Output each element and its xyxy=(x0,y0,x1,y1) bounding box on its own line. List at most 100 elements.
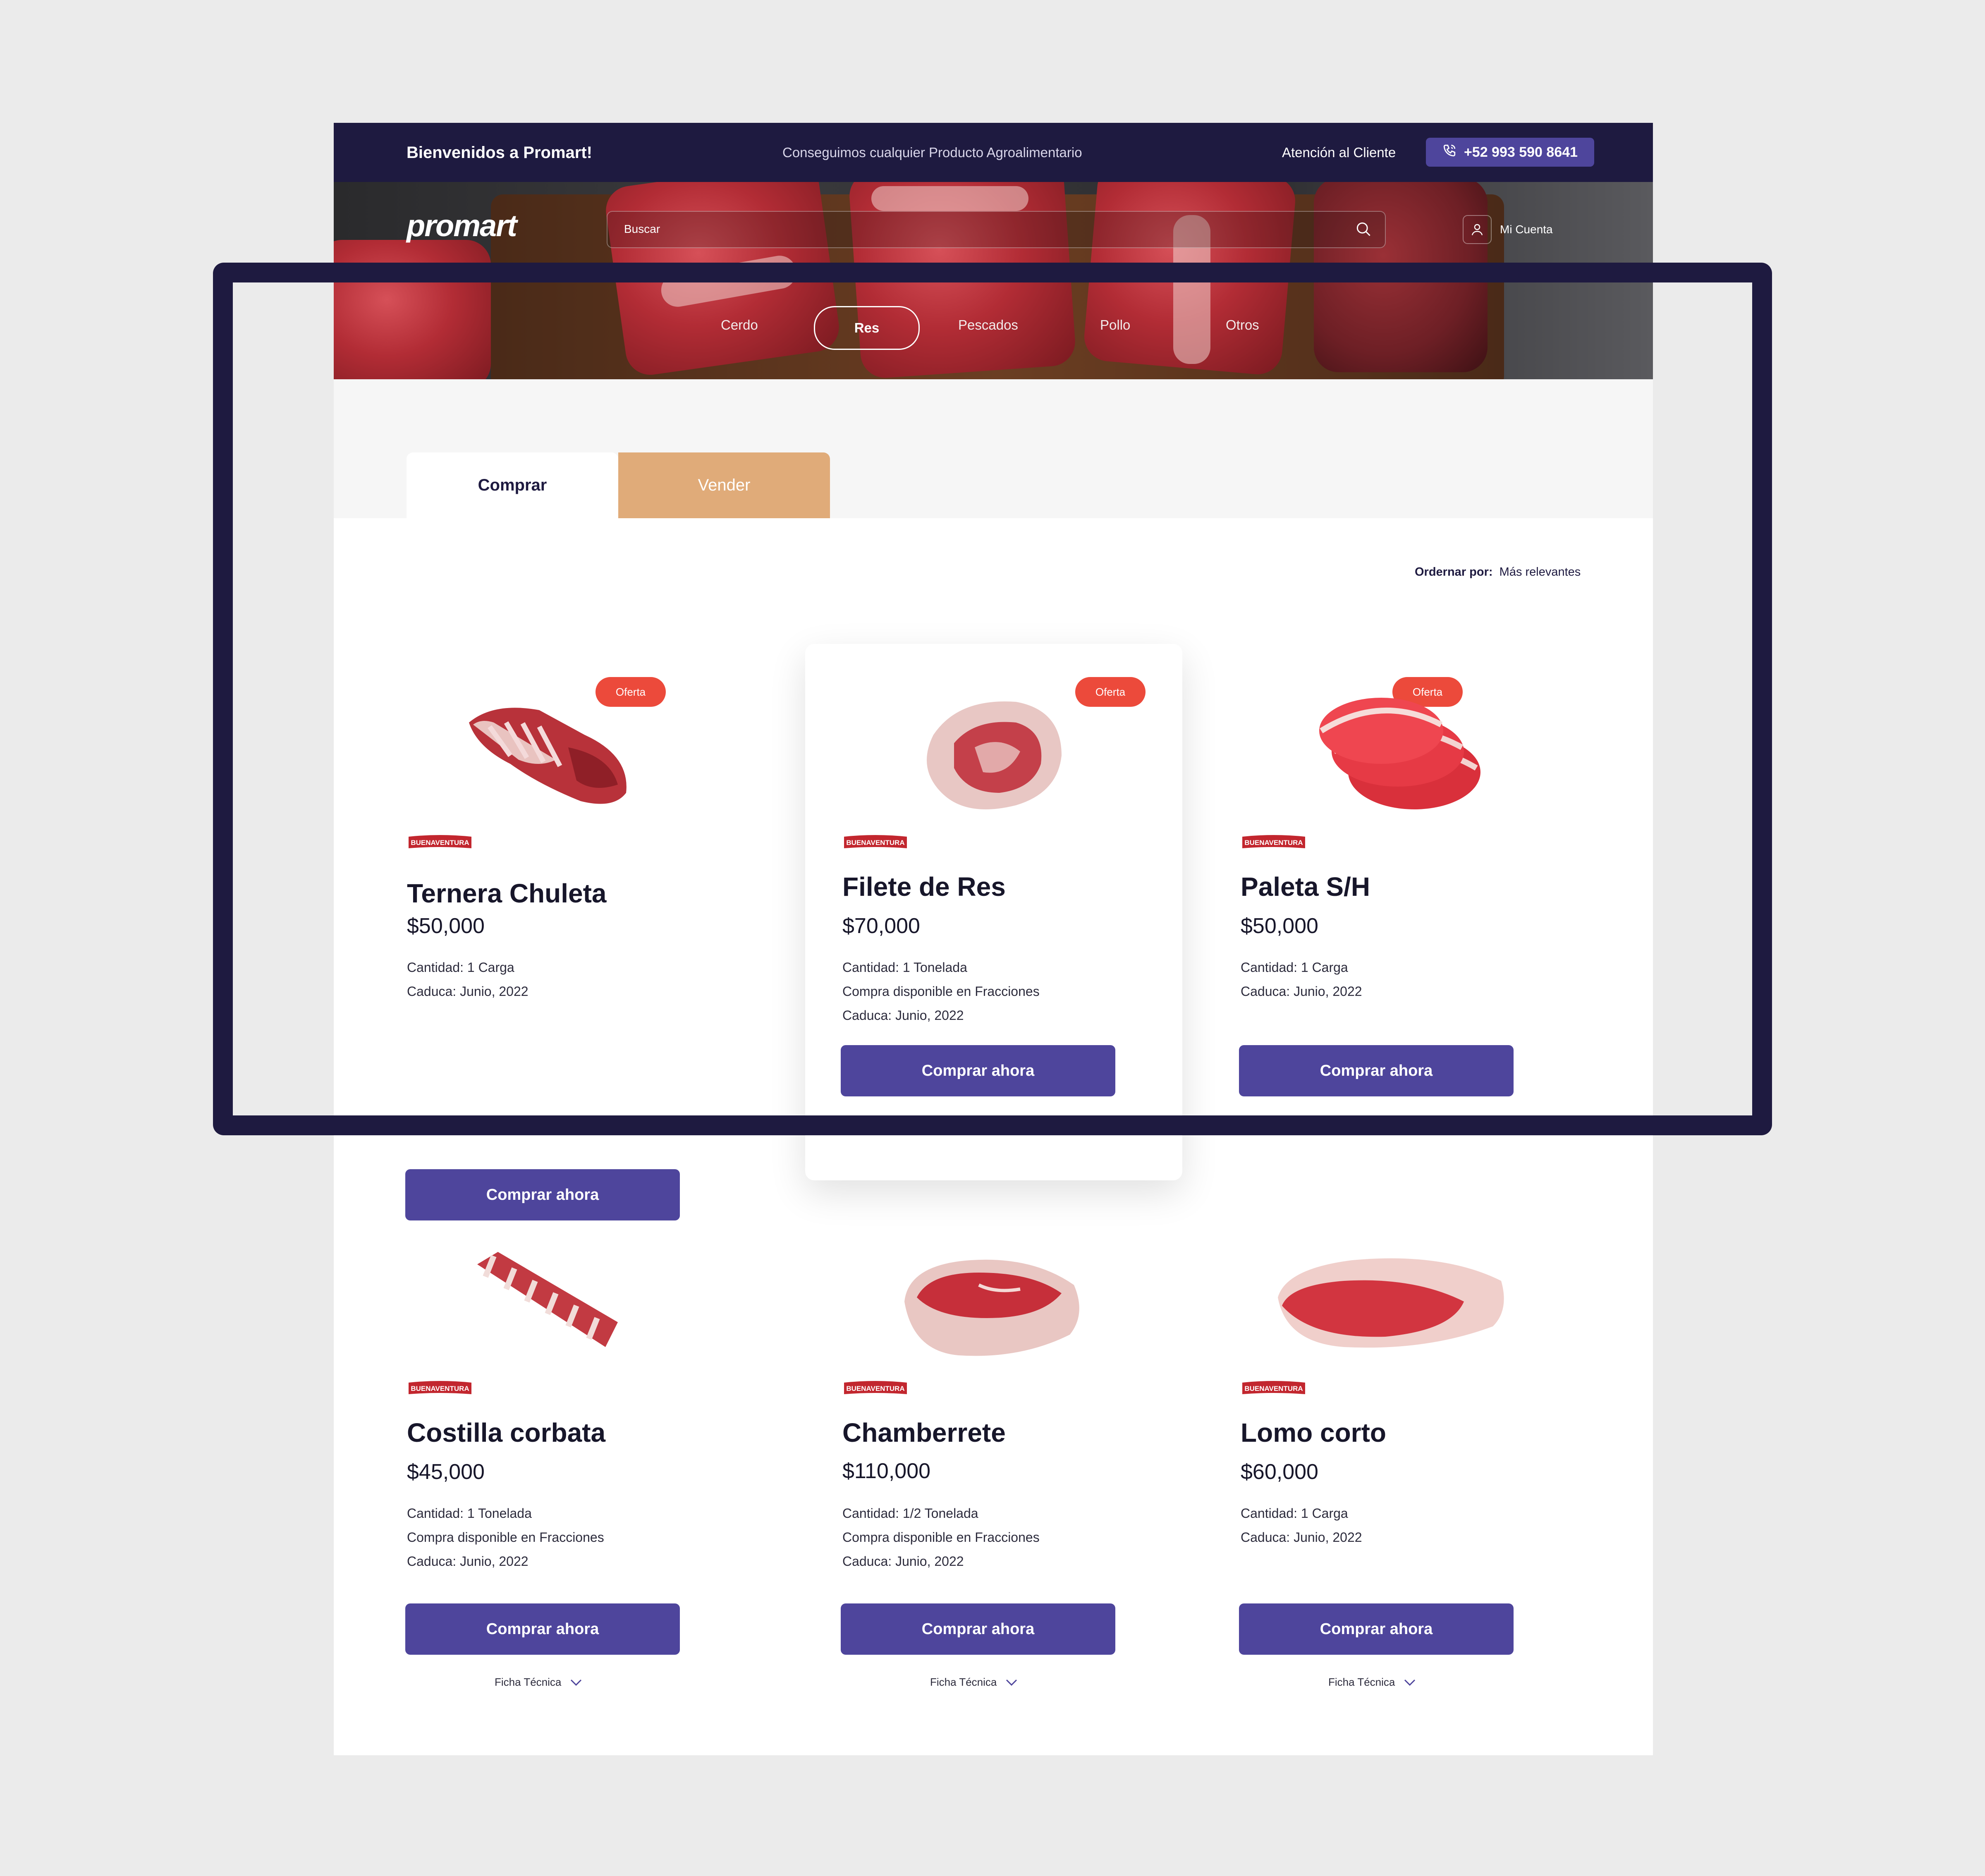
product-price: $45,000 xyxy=(407,1460,485,1484)
brand-text: BUENAVENTURA xyxy=(1244,1385,1303,1393)
product-details: Cantidad: 1 Carga Caduca: Junio, 2022 xyxy=(1241,955,1362,1003)
product-name: Filete de Res xyxy=(842,872,1006,902)
brand-text: BUENAVENTURA xyxy=(846,839,904,847)
tagline-text: Conseguimos cualquier Producto Agroalime… xyxy=(782,145,1082,160)
product-card: BUENAVENTURA Lomo corto $60,000 Cantidad… xyxy=(1239,1240,1571,1694)
detail-line: Caduca: Junio, 2022 xyxy=(1241,1530,1362,1545)
detail-line: Cantidad: 1 Carga xyxy=(1241,1506,1348,1521)
product-image xyxy=(477,1252,618,1347)
category-pescados[interactable]: Pescados xyxy=(958,317,1018,333)
category-cerdo[interactable]: Cerdo xyxy=(721,317,758,333)
chevron-down-icon xyxy=(1006,1679,1017,1686)
detail-line: Compra disponible en Fracciones xyxy=(842,984,1040,999)
account-button[interactable]: Mi Cuenta xyxy=(1463,215,1553,244)
buenaventura-brand-logo: BUENAVENTURA xyxy=(1242,1381,1305,1394)
datasheet-toggle[interactable]: Ficha Técnica xyxy=(495,1676,583,1689)
category-res[interactable]: Res xyxy=(814,306,920,350)
buy-now-button[interactable]: Comprar ahora xyxy=(405,1603,680,1655)
hero-banner: promart Buscar Mi Cuenta Cerdo Res Pesca… xyxy=(334,182,1653,379)
category-pollo[interactable]: Pollo xyxy=(1100,317,1130,333)
product-price: $50,000 xyxy=(407,914,485,938)
datasheet-label: Ficha Técnica xyxy=(930,1676,997,1688)
datasheet-toggle[interactable]: Ficha Técnica xyxy=(1328,1676,1416,1689)
chevron-down-icon xyxy=(571,1679,582,1686)
product-name: Paleta S/H xyxy=(1241,872,1370,902)
datasheet-label: Ficha Técnica xyxy=(495,1676,562,1688)
detail-line: Caduca: Junio, 2022 xyxy=(407,984,529,999)
product-name: Lomo corto xyxy=(1241,1418,1386,1448)
user-icon xyxy=(1463,215,1492,244)
brand-text: BUENAVENTURA xyxy=(846,1385,904,1393)
promart-logo[interactable]: promart xyxy=(407,208,517,243)
phone-icon xyxy=(1442,144,1456,161)
search-icon[interactable] xyxy=(1354,220,1373,238)
product-card: Oferta BUENAVENTURA Filete de Res $70,00… xyxy=(805,644,1182,1180)
detail-line: Cantidad: 1 Tonelada xyxy=(407,1506,532,1521)
detail-line: Caduca: Junio, 2022 xyxy=(1241,984,1362,999)
product-image xyxy=(1278,1258,1504,1348)
product-details: Cantidad: 1 Carga Caduca: Junio, 2022 xyxy=(407,955,529,1003)
buenaventura-brand-logo: BUENAVENTURA xyxy=(844,835,907,848)
buy-now-button[interactable]: Comprar ahora xyxy=(405,1169,680,1220)
sort-control[interactable]: Ordernar por: Más relevantes xyxy=(1415,565,1581,579)
product-card: BUENAVENTURA Costilla corbata $45,000 Ca… xyxy=(405,1240,738,1694)
datasheet-toggle[interactable]: Ficha Técnica xyxy=(930,1676,1018,1689)
welcome-text: Bienvenidos a Promart! xyxy=(407,144,593,162)
product-image xyxy=(1319,698,1480,809)
buy-now-button[interactable]: Comprar ahora xyxy=(1239,1603,1514,1655)
detail-line: Caduca: Junio, 2022 xyxy=(407,1554,529,1569)
sort-label: Ordernar por: xyxy=(1415,565,1493,579)
category-otros[interactable]: Otros xyxy=(1226,317,1259,333)
product-details: Cantidad: 1 Tonelada Compra disponible e… xyxy=(842,955,1040,1027)
offer-badge: Oferta xyxy=(1075,677,1146,707)
tab-comprar[interactable]: Comprar xyxy=(407,452,618,518)
product-name: Costilla corbata xyxy=(407,1418,606,1448)
detail-line: Cantidad: 1 Tonelada xyxy=(842,960,967,975)
phone-button[interactable]: +52 993 590 8641 xyxy=(1426,138,1594,167)
steak-fat xyxy=(871,186,1028,211)
product-details: Cantidad: 1 Carga Caduca: Junio, 2022 xyxy=(1241,1501,1362,1549)
account-label: Mi Cuenta xyxy=(1500,223,1553,236)
detail-line: Compra disponible en Fracciones xyxy=(842,1530,1040,1545)
buenaventura-brand-logo: BUENAVENTURA xyxy=(844,1381,907,1394)
customer-support-link[interactable]: Atención al Cliente xyxy=(1282,145,1396,160)
detail-line: Cantidad: 1 Carga xyxy=(407,960,514,975)
sort-value: Más relevantes xyxy=(1499,565,1581,579)
datasheet-label: Ficha Técnica xyxy=(1328,1676,1395,1688)
detail-line: Caduca: Junio, 2022 xyxy=(842,1008,964,1023)
steak-image xyxy=(1314,182,1488,372)
buy-now-button[interactable]: Comprar ahora xyxy=(841,1603,1115,1655)
product-card: Oferta BUENAVENTURA Paleta S/H $50,000 C… xyxy=(1239,644,1571,1215)
product-image xyxy=(927,701,1062,809)
product-name: Chamberrete xyxy=(842,1418,1006,1448)
brand-text: BUENAVENTURA xyxy=(1244,839,1303,847)
product-price: $110,000 xyxy=(842,1459,931,1483)
brand-text: BUENAVENTURA xyxy=(411,1385,469,1393)
search-input[interactable]: Buscar xyxy=(607,211,1386,248)
steak-image xyxy=(334,240,491,379)
buy-now-button[interactable]: Comprar ahora xyxy=(1239,1045,1514,1096)
chevron-down-icon xyxy=(1404,1679,1416,1686)
product-details: Cantidad: 1 Tonelada Compra disponible e… xyxy=(407,1501,604,1573)
product-price: $70,000 xyxy=(842,914,920,938)
top-bar: Bienvenidos a Promart! Conseguimos cualq… xyxy=(334,123,1653,182)
product-name: Ternera Chuleta xyxy=(407,878,607,908)
product-price: $60,000 xyxy=(1241,1460,1318,1484)
product-card: Oferta BUENAVENTURA Ternera Chuleta $50,… xyxy=(405,644,738,1220)
phone-number: +52 993 590 8641 xyxy=(1464,144,1578,160)
buenaventura-brand-logo: BUENAVENTURA xyxy=(409,1381,471,1394)
brand-text: BUENAVENTURA xyxy=(411,839,469,847)
detail-line: Cantidad: 1 Carga xyxy=(1241,960,1348,975)
detail-line: Caduca: Junio, 2022 xyxy=(842,1554,964,1569)
detail-line: Compra disponible en Fracciones xyxy=(407,1530,604,1545)
buy-now-button[interactable]: Comprar ahora xyxy=(841,1045,1115,1096)
product-card: BUENAVENTURA Chamberrete $110,000 Cantid… xyxy=(805,1240,1136,1694)
tab-vender[interactable]: Vender xyxy=(618,452,830,518)
product-image xyxy=(469,708,627,804)
buenaventura-brand-logo: BUENAVENTURA xyxy=(1242,835,1305,848)
detail-line: Cantidad: 1/2 Tonelada xyxy=(842,1506,978,1521)
buenaventura-brand-logo: BUENAVENTURA xyxy=(409,835,471,848)
search-placeholder: Buscar xyxy=(624,223,660,235)
product-details: Cantidad: 1/2 Tonelada Compra disponible… xyxy=(842,1501,1040,1573)
product-price: $50,000 xyxy=(1241,914,1318,938)
